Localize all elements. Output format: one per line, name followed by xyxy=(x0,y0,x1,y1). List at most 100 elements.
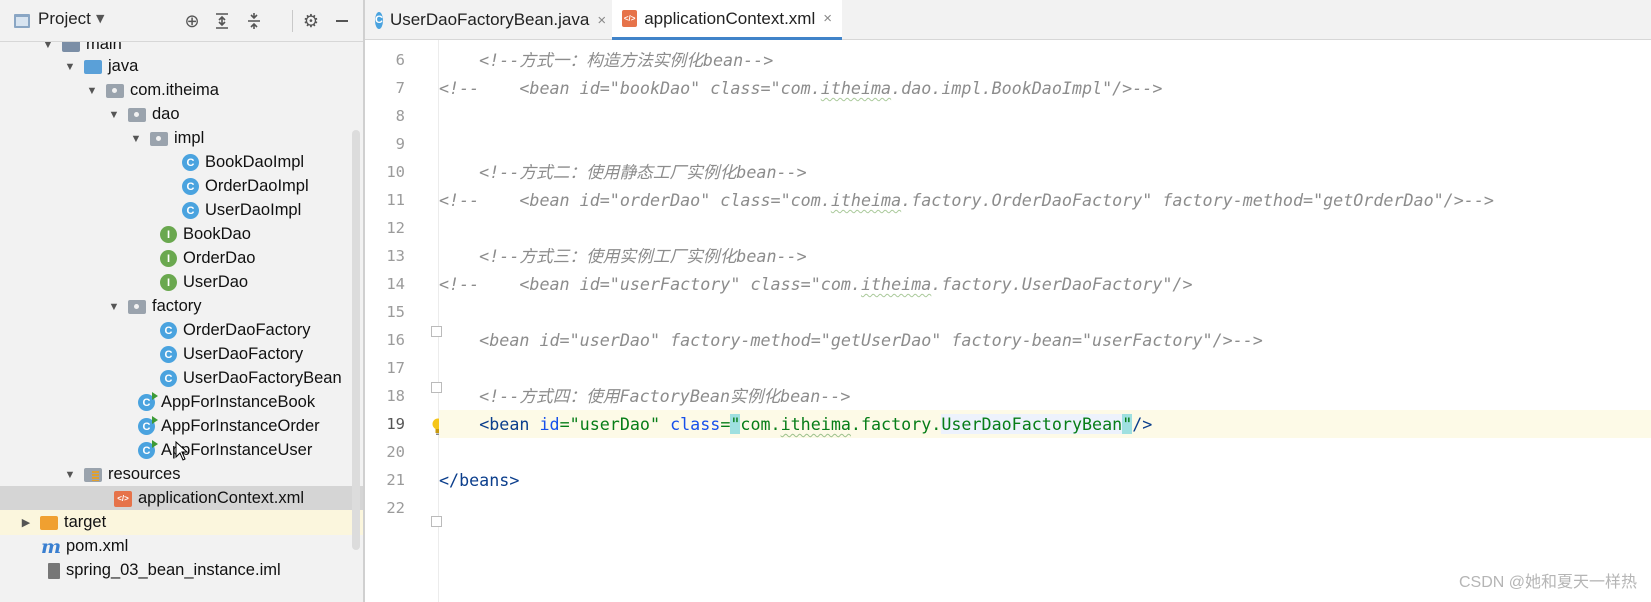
class-reference[interactable]: UserDaoFactoryBean xyxy=(941,414,1123,434)
line-number-gutter: 6 7 8 9 10 11 12 13 14 15 16 17 18 19 20… xyxy=(365,40,442,602)
xml-file-icon: </> xyxy=(114,490,132,507)
main-class-icon: C xyxy=(138,416,158,435)
code-editor[interactable]: <!--方式一：构造方法实例化bean--> <!-- <bean id="bo… xyxy=(439,40,1651,602)
xml-file-icon: </> xyxy=(622,10,638,27)
expand-all-icon[interactable] xyxy=(210,9,234,33)
tree-item-dao[interactable]: ▼ dao xyxy=(0,102,363,127)
tree-item-userdaofactory[interactable]: C UserDaoFactory xyxy=(0,342,363,367)
tree-item-userdaofactorybean[interactable]: C UserDaoFactoryBean xyxy=(0,366,363,391)
xml-comment: <!--方式三：使用实例工厂实例化bean--> xyxy=(439,246,807,266)
code-line-7: <!-- <bean id="bookDao" class="com.ithei… xyxy=(439,74,1651,102)
expand-arrow-icon[interactable]: ▼ xyxy=(106,301,122,313)
tree-item-orderdaofactory[interactable]: C OrderDaoFactory xyxy=(0,318,363,343)
tree-item-label: resources xyxy=(108,465,181,483)
tree-item-label: BookDao xyxy=(183,225,251,243)
locate-icon[interactable]: ⊕ xyxy=(180,9,204,33)
expand-arrow-icon[interactable]: ▼ xyxy=(106,109,122,121)
collapse-all-icon[interactable] xyxy=(242,9,266,33)
line-number: 17 xyxy=(386,359,405,377)
tree-item-resources[interactable]: ▼ resources xyxy=(0,462,363,487)
tree-item-orderdao[interactable]: I OrderDao xyxy=(0,246,363,271)
xml-tag: <bean xyxy=(479,414,530,434)
tree-item-userdao[interactable]: I UserDao xyxy=(0,270,363,295)
tree-item-com-itheima[interactable]: ▼ com.itheima xyxy=(0,78,363,103)
tree-item-appforinstanceorder[interactable]: C AppForInstanceOrder xyxy=(0,414,363,439)
tree-scrollbar[interactable] xyxy=(352,130,360,550)
line-number: 11 xyxy=(386,191,405,209)
xml-attribute-name: id xyxy=(539,414,560,434)
xml-attribute-value: .factory. xyxy=(850,414,942,434)
tab-applicationcontext-xml[interactable]: </> applicationContext.xml × xyxy=(612,0,842,40)
project-tree[interactable]: ▼ main ▼ java ▼ com.itheima ▼ dao ▼ impl… xyxy=(0,42,363,602)
tab-userdaofactorybean-java[interactable]: C UserDaoFactoryBean.java × xyxy=(365,0,611,40)
class-icon: C xyxy=(160,322,177,339)
tree-item-factory[interactable]: ▼ factory xyxy=(0,294,363,319)
tree-item-label: UserDaoImpl xyxy=(205,201,302,219)
code-line-21: </beans> xyxy=(439,466,1651,494)
expand-arrow-icon[interactable]: ▼ xyxy=(128,133,144,145)
tree-item-label: com.itheima xyxy=(130,81,219,99)
tab-label: applicationContext.xml xyxy=(644,8,816,28)
xml-equals: = xyxy=(720,414,731,434)
code-line-13: <!--方式三：使用实例工厂实例化bean--> xyxy=(439,242,1651,270)
typo-underlined-text: itheima xyxy=(820,78,892,98)
tree-item-label: UserDao xyxy=(183,273,249,291)
typo-underlined-text: itheima xyxy=(860,274,932,294)
close-icon[interactable]: × xyxy=(597,12,606,29)
expand-arrow-icon[interactable]: ▼ xyxy=(62,61,78,73)
resources-folder-icon xyxy=(84,467,102,482)
package-icon xyxy=(128,299,146,314)
xml-comment: .factory.OrderDaoFactory" factory-method… xyxy=(901,190,1494,210)
tree-item-applicationcontext-xml[interactable]: </> applicationContext.xml xyxy=(0,486,363,511)
class-icon: C xyxy=(160,346,177,363)
tree-item-label: pom.xml xyxy=(66,537,129,555)
line-number: 22 xyxy=(386,499,405,517)
tree-item-label: OrderDaoFactory xyxy=(183,321,311,339)
tree-item-label: AppForInstanceOrder xyxy=(161,417,320,435)
xml-comment: .dao.impl.BookDaoImpl"/>--> xyxy=(891,78,1163,98)
line-number: 18 xyxy=(386,387,405,405)
collapse-arrow-icon[interactable]: ▶ xyxy=(18,516,34,529)
line-number: 21 xyxy=(386,471,405,489)
tree-item-orderdaoimpl[interactable]: C OrderDaoImpl xyxy=(0,174,363,199)
tree-item-bookdao[interactable]: I BookDao xyxy=(0,222,363,247)
expand-arrow-icon[interactable]: ▼ xyxy=(84,85,100,97)
xml-comment: .factory.UserDaoFactory"/> xyxy=(931,274,1193,294)
tree-item-label: UserDaoFactoryBean xyxy=(183,369,342,387)
minimize-icon[interactable] xyxy=(330,9,354,33)
excluded-folder-icon xyxy=(40,515,58,530)
xml-comment: <!--方式二：使用静态工厂实例化bean--> xyxy=(439,162,807,182)
expand-arrow-icon[interactable]: ▼ xyxy=(62,469,78,481)
close-icon[interactable]: × xyxy=(823,10,832,27)
xml-attribute-value: "userDao" xyxy=(569,414,661,434)
tree-item-pom-xml[interactable]: m pom.xml xyxy=(0,534,363,559)
line-number: 10 xyxy=(386,163,405,181)
line-number: 15 xyxy=(386,303,405,321)
tree-item-module-iml[interactable]: spring_03_bean_instance.iml xyxy=(0,558,363,583)
maven-icon: m xyxy=(40,535,62,558)
view-dropdown-icon[interactable]: ▼ xyxy=(96,12,104,25)
xml-attribute-value: com. xyxy=(740,414,781,434)
typo-underlined-text: itheima xyxy=(830,190,902,210)
code-line-19-current[interactable]: <bean id="userDao" class="com.itheima.fa… xyxy=(439,410,1651,438)
gear-icon[interactable]: ⚙ xyxy=(299,9,323,33)
toolbar-separator xyxy=(292,10,293,32)
line-number: 13 xyxy=(386,247,405,265)
project-panel-title[interactable]: Project xyxy=(38,9,91,29)
expand-arrow-icon[interactable]: ▼ xyxy=(40,42,56,51)
tree-item-impl[interactable]: ▼ impl xyxy=(0,126,363,151)
tree-item-target[interactable]: ▶ target xyxy=(0,510,363,535)
xml-tag: /> xyxy=(1132,414,1153,434)
tree-item-java[interactable]: ▼ java xyxy=(0,54,363,79)
class-icon: C xyxy=(182,202,199,219)
line-number: 8 xyxy=(395,107,405,125)
tree-item-label: factory xyxy=(152,297,202,315)
class-icon: C xyxy=(182,178,199,195)
tree-item-userdaoimpl[interactable]: C UserDaoImpl xyxy=(0,198,363,223)
tree-item-bookdaoimpl[interactable]: C BookDaoImpl xyxy=(0,150,363,175)
line-number: 12 xyxy=(386,219,405,237)
tree-item-label: impl xyxy=(174,129,205,147)
tree-item-appforinstancebook[interactable]: C AppForInstanceBook xyxy=(0,390,363,415)
line-number-current: 19 xyxy=(386,415,405,433)
tree-item-label: OrderDaoImpl xyxy=(205,177,309,195)
